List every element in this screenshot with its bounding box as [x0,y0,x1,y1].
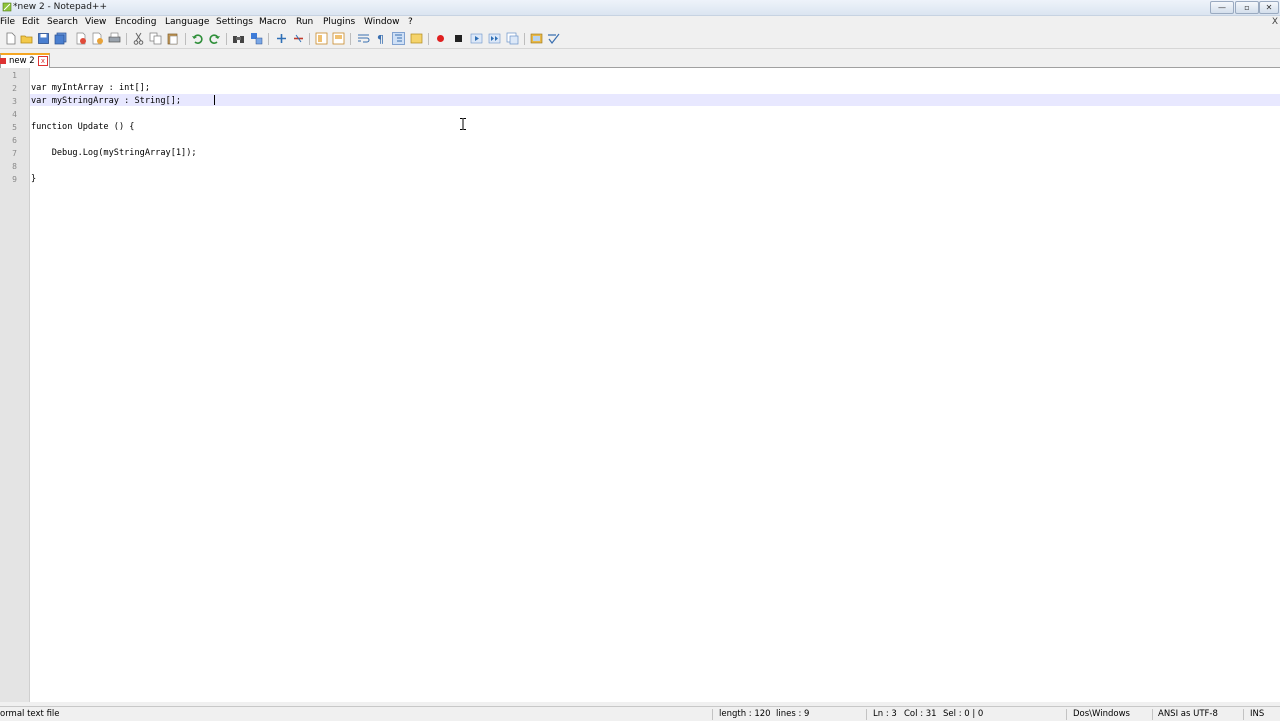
zoom-out-icon[interactable] [292,32,305,45]
run-macro-multiple-icon[interactable] [488,32,501,45]
notepadpp-app-icon[interactable] [2,2,12,12]
ibeam-cursor-icon [460,118,466,130]
replace-icon[interactable] [250,32,263,45]
menu-edit[interactable]: Edit [22,17,39,27]
toolbar-separator [268,33,269,45]
launch-browser-icon[interactable] [530,32,543,45]
menu-run[interactable]: Run [296,17,313,27]
status-separator [866,709,867,720]
close-window-button[interactable]: ✕ [1259,1,1279,14]
menu-file[interactable]: File [0,17,15,27]
status-encoding: ANSI as UTF-8 [1158,709,1218,719]
print-icon[interactable] [108,32,121,45]
status-lines: lines : 9 [776,709,810,719]
close-all-icon[interactable] [91,32,104,45]
toolbar-separator [126,33,127,45]
toolbar-separator [350,33,351,45]
line-number: 5 [12,123,17,132]
line-number-gutter: 1 2 3 4 5 6 7 8 9 [0,68,30,702]
status-bar: ormal text file length : 120 lines : 9 L… [0,706,1280,721]
spellcheck-icon[interactable] [547,32,560,45]
save-all-icon[interactable] [54,32,67,45]
maximize-button[interactable]: ▫ [1235,1,1259,14]
toolbar-separator [185,33,186,45]
close-document-button[interactable]: X [1272,17,1278,27]
line-number: 8 [12,162,17,171]
menu-language[interactable]: Language [165,17,209,27]
menu-macro[interactable]: Macro [259,17,286,27]
status-separator [1152,709,1153,720]
toolbar: ¶ [0,30,1280,49]
current-line-highlight [30,94,1280,106]
menu-view[interactable]: View [85,17,106,27]
status-separator [1243,709,1244,720]
doc-map-icon[interactable] [410,32,423,45]
save-icon[interactable] [37,32,50,45]
status-eol-format: Dos\Windows [1073,709,1130,719]
redo-icon[interactable] [208,32,221,45]
code-line[interactable]: } [31,174,36,184]
menu-settings[interactable]: Settings [216,17,253,27]
toolbar-separator [428,33,429,45]
play-macro-icon[interactable] [470,32,483,45]
status-insert-mode: INS [1250,709,1265,719]
menu-search[interactable]: Search [47,17,78,27]
line-number: 4 [12,110,17,119]
code-line[interactable]: var myIntArray : int[]; [31,83,150,93]
window-title: *new 2 - Notepad++ [13,2,107,12]
toolbar-separator [524,33,525,45]
stop-record-icon[interactable] [452,32,465,45]
unsaved-document-icon [0,58,6,64]
line-number: 7 [12,149,17,158]
menu-window[interactable]: Window [364,17,400,27]
minimize-button[interactable]: — [1210,1,1234,14]
sync-horizontal-icon[interactable] [332,32,345,45]
line-number: 1 [12,71,17,80]
indent-guide-icon[interactable] [392,32,405,45]
save-macro-icon[interactable] [506,32,519,45]
svg-text:¶: ¶ [377,33,384,45]
new-file-icon[interactable] [4,32,17,45]
copy-icon[interactable] [149,32,162,45]
zoom-in-icon[interactable] [275,32,288,45]
show-all-chars-icon[interactable]: ¶ [374,32,387,45]
tab-new-2[interactable]: new 2 x [0,53,50,68]
editor[interactable]: 1 2 3 4 5 6 7 8 9 var myIntArray : int[]… [0,68,1280,702]
line-number: 2 [12,84,17,93]
menu-bar: File Edit Search View Encoding Language … [0,16,1280,30]
menu-plugins[interactable]: Plugins [323,17,355,27]
title-bar: *new 2 - Notepad++ — ▫ ✕ [0,0,1280,16]
status-file-type: ormal text file [0,709,60,719]
code-line[interactable]: var myStringArray : String[]; [31,96,181,106]
code-line[interactable]: Debug.Log(myStringArray[1]); [31,148,197,158]
close-icon[interactable] [74,32,87,45]
tab-close-button[interactable]: x [38,56,48,66]
line-number: 3 [12,97,17,106]
tab-bar: new 2 x [0,52,1280,68]
undo-icon[interactable] [191,32,204,45]
line-number: 9 [12,175,17,184]
paste-icon[interactable] [166,32,179,45]
toolbar-separator [309,33,310,45]
status-length: length : 120 [719,709,771,719]
tab-label: new 2 [9,56,35,66]
sync-vertical-icon[interactable] [315,32,328,45]
status-separator [712,709,713,720]
status-line-number: Ln : 3 [873,709,897,719]
menu-encoding[interactable]: Encoding [115,17,156,27]
text-caret [214,95,215,105]
code-line[interactable]: function Update () { [31,122,134,132]
cut-icon[interactable] [132,32,145,45]
record-macro-icon[interactable] [434,32,447,45]
menu-help[interactable]: ? [408,17,413,27]
toolbar-separator [226,33,227,45]
status-selection: Sel : 0 | 0 [943,709,984,719]
word-wrap-icon[interactable] [357,32,370,45]
find-icon[interactable] [232,32,245,45]
status-column: Col : 31 [904,709,937,719]
open-file-icon[interactable] [20,32,33,45]
line-number: 6 [12,136,17,145]
status-separator [1066,709,1067,720]
